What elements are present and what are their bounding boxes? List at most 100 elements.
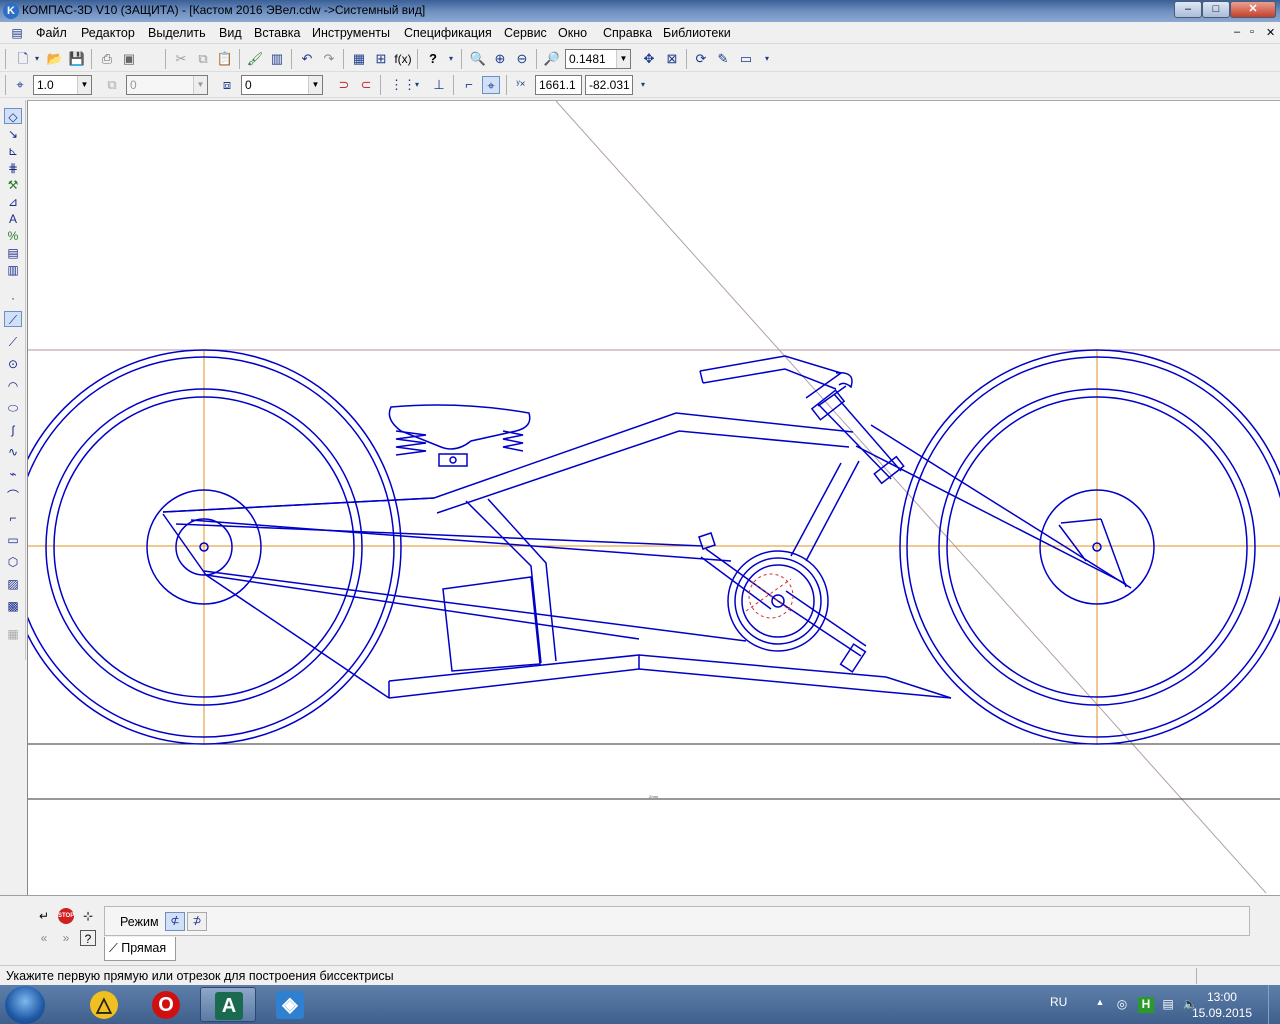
properties-icon[interactable]: ▥	[268, 50, 286, 68]
next-object-icon[interactable]: »	[58, 930, 74, 946]
auto-create-icon[interactable]: ⊹	[80, 908, 96, 924]
menu-file[interactable]: Файл	[36, 26, 67, 40]
parametric-mode-icon[interactable]: ⌖	[482, 76, 500, 94]
menu-select[interactable]: Выделить	[148, 26, 206, 40]
maximize-button[interactable]: □	[1202, 1, 1230, 18]
kompas-app-icon[interactable]: K	[3, 3, 19, 19]
drawing-canvas[interactable]: Zmm	[27, 100, 1280, 895]
segment-icon[interactable]: ⟋	[4, 334, 22, 350]
close-button[interactable]: ✕	[1230, 1, 1276, 18]
show-hidden-icons-icon[interactable]: ▲	[1092, 997, 1108, 1013]
clock[interactable]: 13:00 15.09.2015	[1192, 989, 1252, 1021]
polyline-icon[interactable]: ⌁	[4, 466, 22, 482]
cursor-step-icon[interactable]: ⌖	[11, 76, 29, 94]
polygon-icon[interactable]: ⬡	[4, 554, 22, 570]
chevron-down-icon[interactable]: ▼	[193, 76, 207, 94]
print-preview-icon[interactable]: ▣	[120, 50, 138, 68]
network-icon[interactable]: ▤	[1160, 997, 1176, 1013]
open-folder-icon[interactable]: 📂	[46, 50, 64, 68]
toolbar-options-icon[interactable]: ▾	[758, 50, 776, 68]
grid-icon[interactable]: ⋮⋮	[390, 76, 416, 94]
context-help-button[interactable]: ?	[424, 50, 442, 68]
ellipse-icon[interactable]: ⬭	[4, 400, 22, 416]
menu-window[interactable]: Окно	[558, 26, 587, 40]
manager-icon[interactable]: ▦	[350, 50, 368, 68]
show-all-icon[interactable]: ⊠	[663, 50, 681, 68]
collection-icon[interactable]: ▦	[4, 626, 22, 642]
chevron-down-icon[interactable]: ▼	[308, 76, 322, 94]
help-icon[interactable]: ?	[80, 930, 96, 946]
arc-icon[interactable]: ◠	[4, 378, 22, 394]
auxiliary-line-icon[interactable]: ⟋	[4, 311, 22, 327]
help-dropdown-icon[interactable]: ▾	[442, 50, 460, 68]
designations-panel-icon[interactable]: ⊾	[4, 143, 22, 159]
snap-magnet-icon[interactable]: ⊃	[335, 76, 353, 94]
taskbar-app-opera[interactable]: O	[138, 987, 194, 1022]
menu-service[interactable]: Сервис	[504, 26, 547, 40]
layer-icon[interactable]: ⧉	[103, 76, 121, 94]
zoom-in-icon[interactable]: ⊕	[491, 50, 509, 68]
layer-combo[interactable]: 0 ▼	[126, 75, 208, 95]
local-cs-icon[interactable]: ⊥	[430, 76, 448, 94]
mdi-close-button[interactable]: ✕	[1266, 26, 1275, 39]
new-dropdown-icon[interactable]: ▾	[28, 50, 46, 68]
document-icon[interactable]: ▤	[8, 24, 26, 42]
menu-tools[interactable]: Инструменты	[312, 26, 390, 40]
mdi-restore-button[interactable]: ▫	[1250, 26, 1254, 38]
fill-icon[interactable]: ▩	[4, 598, 22, 614]
tray-app-icon[interactable]: ◎	[1114, 997, 1130, 1013]
spec-panel-icon[interactable]: ▤	[4, 245, 22, 261]
reports-panel-icon[interactable]: ▥	[4, 262, 22, 278]
undo-icon[interactable]: ↶	[298, 50, 316, 68]
copy-icon[interactable]: ⧉	[194, 50, 212, 68]
edit-drawing-icon[interactable]: ✎	[714, 50, 732, 68]
taskbar-app-3d[interactable]: ◈	[262, 987, 318, 1022]
zoom-combo[interactable]: 0.1481 ▼	[565, 49, 631, 69]
zoom-window-icon[interactable]: 🔍	[469, 50, 487, 68]
cut-icon[interactable]: ✂	[172, 50, 190, 68]
bisector-mode-one-icon[interactable]: ⊄	[165, 912, 185, 931]
library-manager-icon[interactable]: ⊞	[372, 50, 390, 68]
parametrization-panel-icon[interactable]: ⚒	[4, 177, 22, 193]
fillet-icon[interactable]: ⌒	[4, 488, 22, 504]
tray-h-icon[interactable]: H	[1138, 997, 1154, 1013]
language-indicator[interactable]: RU	[1050, 995, 1067, 1009]
local-snap-icon[interactable]: ⊂	[357, 76, 375, 94]
dimensions-panel-icon[interactable]: ↘	[4, 126, 22, 142]
variables-button[interactable]: f(x)	[394, 50, 412, 68]
menu-specification[interactable]: Спецификация	[404, 26, 492, 40]
chevron-down-icon[interactable]: ▼	[616, 50, 630, 68]
bisector-mode-two-icon[interactable]: ⊅	[187, 912, 207, 931]
pan-icon[interactable]: ✥	[640, 50, 658, 68]
ortho-mode-icon[interactable]: ⌐	[460, 76, 478, 94]
display-icon[interactable]: ▭	[737, 50, 755, 68]
menu-insert[interactable]: Вставка	[254, 26, 300, 40]
spline-icon[interactable]: ʃ	[4, 422, 22, 438]
zoom-scale-icon[interactable]: 🔎	[543, 50, 561, 68]
taskbar-app-archicad[interactable]: △	[76, 987, 132, 1022]
redo-icon[interactable]: ↷	[320, 50, 338, 68]
hatch-icon[interactable]: ▨	[4, 576, 22, 592]
taskbar-app-kompas[interactable]: A	[200, 987, 256, 1022]
menu-view[interactable]: Вид	[219, 26, 242, 40]
style-layers-icon[interactable]: ⧈	[218, 76, 236, 94]
selection-panel-icon[interactable]: A	[4, 211, 22, 227]
circle-icon[interactable]: ⊙	[4, 356, 22, 372]
create-object-icon[interactable]: ↵	[36, 908, 52, 924]
point-icon[interactable]: ·	[4, 290, 22, 306]
paste-icon[interactable]: 📋	[216, 50, 234, 68]
refresh-icon[interactable]: ⟳	[692, 50, 710, 68]
chamfer-icon[interactable]: ⌐	[4, 510, 22, 526]
print-icon[interactable]: ⎙	[98, 50, 116, 68]
associative-views-panel-icon[interactable]: %	[4, 228, 22, 244]
menu-edit[interactable]: Редактор	[81, 26, 135, 40]
tab-line[interactable]: ⟋ Прямая	[104, 937, 176, 961]
chevron-down-icon[interactable]: ▼	[77, 76, 91, 94]
minimize-button[interactable]: –	[1174, 1, 1202, 18]
menu-libraries[interactable]: Библиотеки	[663, 26, 731, 40]
rectangle-icon[interactable]: ▭	[4, 532, 22, 548]
zoom-out-icon[interactable]: ⊖	[513, 50, 531, 68]
save-icon[interactable]: 💾	[68, 50, 86, 68]
style-combo[interactable]: 0 ▼	[241, 75, 323, 95]
bezier-icon[interactable]: ∿	[4, 444, 22, 460]
